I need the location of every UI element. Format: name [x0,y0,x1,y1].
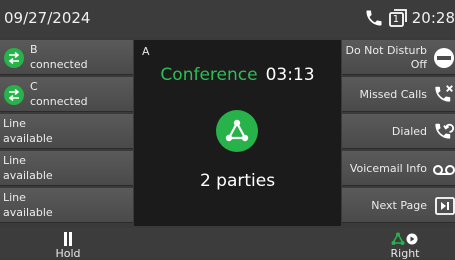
time-display: 20:28 [411,9,455,27]
do-not-disturb-icon [433,47,455,73]
line-key-label: Line [3,117,26,130]
line-key-status: available [3,132,53,145]
feature-key-label: Dialed [391,125,427,138]
line-number: 1 [392,14,400,25]
connected-call-icon [4,85,24,105]
call-panel: A Conference 03:13 2 parties [134,40,341,226]
voicemail-icon [433,162,455,181]
feature-key-label: Voicemail Info [349,162,427,175]
voicemail-info-button[interactable]: Voicemail Info [342,151,455,186]
dialed-calls-icon [433,121,455,147]
line-key-label: B [30,43,38,56]
line-key-label: Line [3,154,26,167]
hold-label: Hold [55,247,81,260]
line-key-status: available [3,169,53,182]
connected-call-icon [4,48,24,68]
feature-key-label: Do Not Disturb [345,44,427,57]
missed-calls-button[interactable]: Missed Calls [342,77,455,112]
line-key-c[interactable]: C connected [0,77,133,112]
feature-keys: Do Not Disturb Off Missed Calls Dialed V… [342,40,455,226]
line-key-status: connected [30,95,88,108]
phone-icon [364,8,384,28]
line-key-4[interactable]: Line available [0,151,133,186]
call-header: Conference 03:13 [134,65,341,85]
line-key-b[interactable]: B connected [0,40,133,75]
line-key-5[interactable]: Line available [0,188,133,223]
feature-key-value: Off [410,58,427,71]
call-duration: 03:13 [265,65,315,85]
do-not-disturb-button[interactable]: Do Not Disturb Off [342,40,455,75]
next-page-button[interactable]: Next Page [342,188,455,223]
right-softkey[interactable]: Right [355,228,455,260]
line-key-status: available [3,206,53,219]
line-number-icon: 1 [388,8,408,28]
softkey-bar: Hold Right [0,228,455,260]
line-key-status: connected [30,58,88,71]
status-icons: 1 20:28 [364,7,455,29]
feature-key-label: Missed Calls [359,88,427,101]
call-title: Conference [160,65,258,85]
line-key-3[interactable]: Line available [0,114,133,149]
line-key-label: Line [3,191,26,204]
party-count: 2 parties [199,171,276,191]
dialed-button[interactable]: Dialed [342,114,455,149]
missed-calls-icon [433,84,455,110]
feature-key-label: Next Page [371,199,427,212]
conference-icon [216,110,258,152]
call-line-label: A [142,45,150,58]
line-keys: B connected C connected Line available L… [0,40,133,226]
date-display: 09/27/2024 [4,9,91,27]
status-bar: 09/27/2024 1 20:28 [0,0,455,38]
line-key-label: C [30,80,38,93]
next-page-icon [435,197,455,219]
right-label: Right [390,247,420,260]
hold-softkey[interactable]: Hold [18,228,118,260]
